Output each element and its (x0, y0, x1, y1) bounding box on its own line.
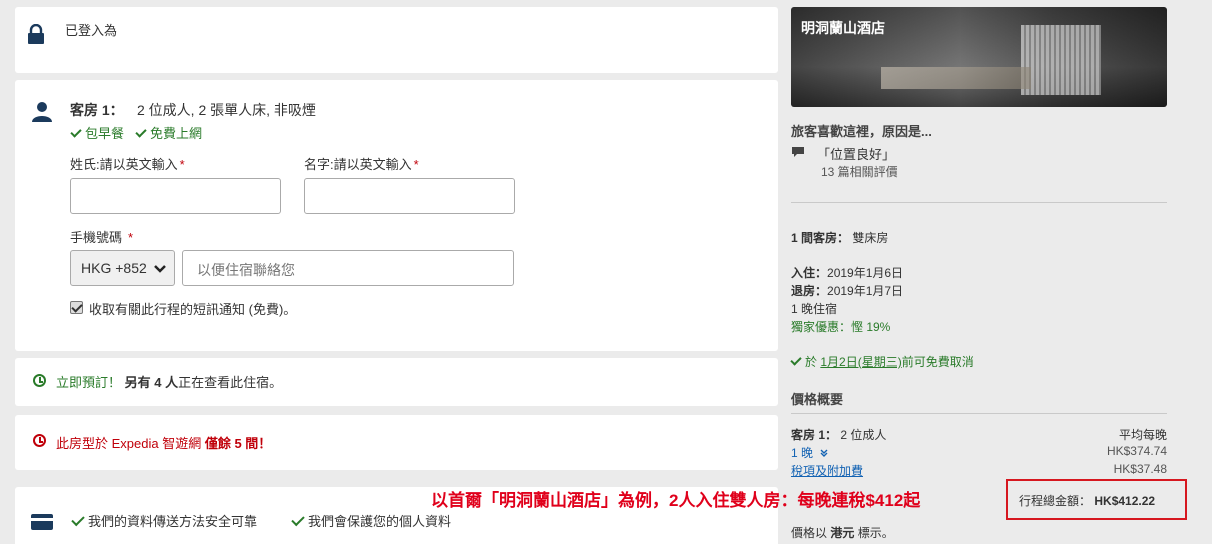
check-icon (135, 126, 147, 138)
currency-note-c: 標示。 (857, 526, 894, 540)
hotel-image: 明洞蘭山酒店 (791, 7, 1167, 107)
lock-icon (28, 24, 44, 44)
phone-label-text: 手機號碼 (70, 230, 123, 245)
price-room-row: 客房 1： 2 位成人 (791, 426, 886, 443)
amenity-breakfast-label: 包早餐 (85, 126, 125, 141)
security-item-1-label: 我們的資料傳送方法安全可靠 (88, 514, 258, 529)
chevron-down-icon (154, 265, 166, 273)
hotel-name: 明洞蘭山酒店 (801, 20, 885, 36)
sms-checkbox[interactable] (70, 301, 83, 314)
checkin-date: 2019年1月6日 (827, 266, 904, 280)
currency-note-b: 港元 (830, 526, 855, 540)
promo-annotation: 以首爾「明洞蘭山酒店」為例，2人入住雙人房：每晚連稅$412起 (431, 491, 921, 510)
security-item-1: 我們的資料傳送方法安全可靠 (71, 511, 258, 530)
country-code-value: HKG +852 (81, 260, 147, 276)
price-divider (791, 413, 1167, 414)
currency-note: 價格以 港元 標示。 (791, 524, 894, 541)
viewers-notice: 立即預訂！ 另有 4 人正在查看此住宿。 (56, 372, 282, 391)
check-icon (70, 126, 82, 138)
sms-label: 收取有關此行程的短訊通知 (免費)。 (89, 302, 297, 317)
like-heading: 旅客喜歡這裡，原因是... (791, 124, 932, 139)
checkin-label: 入住： (791, 266, 828, 280)
currency-note-a: 價格以 (791, 526, 828, 540)
security-item-2: 我們會保護您的個人資料 (291, 511, 452, 530)
night-link-label: 1 晚 (791, 446, 814, 460)
night-link[interactable]: 1 晚 (791, 444, 828, 461)
checkout-date: 2019年1月7日 (827, 284, 904, 298)
lastname-input[interactable] (70, 178, 281, 214)
room-type: 雙床房 (852, 231, 889, 245)
discount-text: 獨家優惠：慳 19% (791, 320, 891, 334)
room-description: 2 位成人, 2 張單人床, 非吸煙 (137, 102, 316, 118)
tax-link[interactable]: 稅項及附加費 (791, 462, 863, 479)
phone-placeholder: 以便住宿聯絡您 (197, 262, 295, 278)
checkout-label: 退房： (791, 284, 828, 298)
double-chevron-down-icon (820, 449, 828, 457)
like-reason: 「位置良好」 (817, 147, 896, 162)
rooms-summary: 1 間客房： 雙床房 (791, 229, 888, 246)
country-code-select[interactable]: HKG +852 (70, 250, 175, 286)
amenity-wifi-label: 免費上網 (150, 126, 203, 141)
rooms-label: 1 間客房： (791, 231, 850, 245)
viewers-text-b: 正在查看此住宿。 (178, 375, 283, 390)
firstname-input[interactable] (304, 178, 515, 214)
check-icon (291, 512, 305, 527)
credit-card-icon (31, 514, 53, 530)
firstname-label-text: 名字:請以英文輸入 (304, 157, 412, 172)
check-icon (71, 512, 85, 527)
lastname-label-text: 姓氏:請以英文輸入 (70, 157, 178, 172)
signin-card (15, 7, 778, 73)
viewers-count: 4 人 (154, 375, 179, 390)
tax-price: HK$37.48 (1113, 462, 1167, 476)
checkin-row: 入住：2019年1月6日 (791, 264, 903, 281)
lastname-label: 姓氏:請以英文輸入 * (70, 157, 185, 172)
price-room-guests: 2 位成人 (840, 428, 887, 442)
nights-count: 1 晚住宿 (791, 302, 838, 316)
cancel-post: 前可免費取消 (901, 355, 974, 369)
room-label: 客房 1： (70, 102, 124, 118)
clock-icon (33, 434, 46, 447)
cancel-pre: 於 (805, 355, 818, 369)
viewers-text-a: 另有 (124, 375, 151, 390)
clock-icon (33, 374, 46, 387)
phone-input[interactable]: 以便住宿聯絡您 (182, 250, 514, 286)
free-cancel-row: 於 1月2日(星期三)前可免費取消 (790, 353, 974, 370)
check-icon (790, 354, 802, 366)
speech-bubble-icon (792, 147, 804, 157)
review-count: 13 篇相關評價 (821, 165, 898, 179)
signin-label: 已登入為 (65, 23, 118, 38)
amenity-wifi: 免費上網 (135, 123, 203, 142)
cancel-date-link[interactable]: 1月2日(星期三) (820, 355, 901, 369)
total-row: 行程總金額： HK$412.22 (1019, 492, 1155, 509)
total-value: HK$412.22 (1094, 494, 1156, 508)
night-price: HK$374.74 (1106, 444, 1167, 458)
firstname-label: 名字:請以英文輸入 * (304, 157, 419, 172)
total-label: 行程總金額： (1019, 494, 1092, 508)
price-room-label: 客房 1： (791, 428, 838, 442)
price-heading: 價格概要 (791, 392, 844, 407)
phone-label: 手機號碼 * (70, 230, 134, 245)
scarcity-text-a: 此房型於 Expedia 智遊網 (56, 436, 202, 451)
security-item-2-label: 我們會保護您的個人資料 (308, 514, 452, 529)
scarcity-notice: 此房型於 Expedia 智遊網 僅餘 5 間！ (56, 433, 271, 452)
user-icon (32, 102, 52, 122)
sidebar-divider (791, 202, 1167, 203)
scarcity-text-b: 僅餘 5 間！ (204, 436, 272, 451)
avg-label: 平均每晚 (1118, 428, 1167, 442)
amenity-breakfast: 包早餐 (70, 123, 125, 142)
checkout-row: 退房：2019年1月7日 (791, 282, 903, 299)
book-now-text: 立即預訂！ (56, 375, 122, 390)
